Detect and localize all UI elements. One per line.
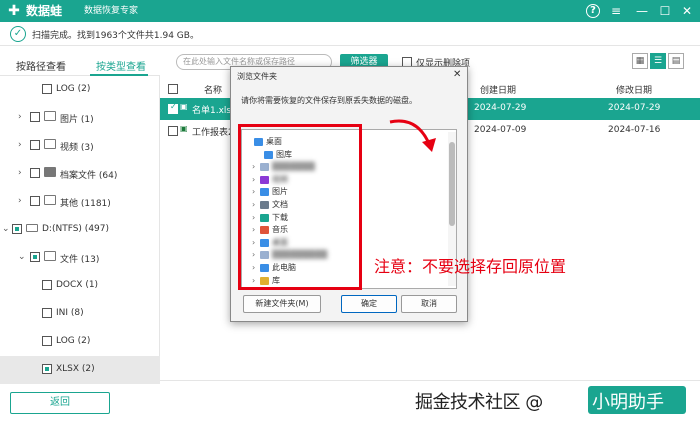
tree-item-other[interactable]: › 其他 (1181) [0,188,160,216]
dialog-title: 浏览文件夹 [237,72,277,81]
app-subtitle: 数据恢复专家 [84,6,139,16]
tree-item-videos[interactable]: › 视频 (3) [0,132,160,160]
column-header-modified[interactable]: 修改日期 [616,83,652,96]
tree-item-log-2[interactable]: LOG (2) [0,328,160,356]
chevron-right-icon[interactable]: › [18,112,22,122]
check-circle-icon: ✓ [10,26,26,42]
close-icon[interactable]: ✕ [678,2,696,20]
watermark-text: 掘金技术社区 @ [415,392,543,413]
column-header-name[interactable]: 名称 [204,83,222,96]
xlsx-file-icon: ▣ [180,102,188,111]
tree-checkbox[interactable] [30,168,40,178]
chevron-right-icon[interactable]: › [18,140,22,150]
tab-by-type[interactable]: 按类型查看 [96,58,146,73]
row-checkbox[interactable]: ✓ [168,102,178,114]
cancel-button[interactable]: 取消 [401,295,457,313]
close-icon[interactable]: ✕ [453,69,461,80]
file-modified-date: 2024-07-29 [608,103,661,113]
list-view-icon[interactable]: ☰ [650,53,666,69]
xlsx-file-icon: ▣ [180,124,188,133]
scrollbar-thumb[interactable] [449,142,455,226]
tree-checkbox[interactable] [42,364,52,374]
tree-item-label: LOG (2) [56,84,91,94]
image-icon [44,111,56,121]
warning-note: 注意：不要选择存回原位置 [374,257,567,276]
tree-item-label: 视频 (3) [60,143,94,153]
file-created-date: 2024-07-29 [474,103,527,113]
file-type-tree: LOG (2) › 图片 (1) › 视频 (3) › 档案文件 (64) › … [0,76,160,384]
column-header-created[interactable]: 创建日期 [480,83,516,96]
folder-icon [44,195,56,205]
back-button[interactable]: 返回 [10,392,110,414]
maximize-icon[interactable]: ☐ [656,2,674,20]
bottom-divider [160,380,700,381]
tree-item-label: 档案文件 (64) [60,171,118,181]
watermark-badge: 小明助手 [592,392,664,413]
title-bar: ✚ 数据蛙 数据恢复专家 ? ≡ — ☐ ✕ [0,0,700,22]
tree-item-drive-d[interactable]: ⌄ D:(NTFS) (497) [0,216,160,244]
tree-checkbox[interactable] [30,112,40,122]
chevron-down-icon[interactable]: ⌄ [18,252,26,262]
tree-item-xlsx[interactable]: XLSX (2) [0,356,160,384]
scan-status-text: 扫描完成。找到1963个文件共1.94 GB。 [32,31,199,41]
tree-item-label: D:(NTFS) (497) [42,224,110,234]
chevron-right-icon[interactable]: › [18,196,22,206]
chevron-right-icon[interactable]: › [18,168,22,178]
tree-item-label: XLSX (2) [56,364,95,374]
drive-icon [26,224,38,232]
tab-by-path[interactable]: 按路径查看 [16,58,66,73]
tree-item-label: LOG (2) [56,336,91,346]
video-icon [44,139,56,149]
curved-arrow-icon [389,119,436,152]
grid-view-icon[interactable]: ▦ [632,53,648,69]
row-checkbox[interactable] [168,126,178,136]
tree-item-label: 文件 (13) [60,255,100,265]
document-icon [44,251,56,261]
detail-view-icon[interactable]: ▤ [668,53,684,69]
tree-item-label: INI (8) [56,308,84,318]
tree-item-docx[interactable]: DOCX (1) [0,272,160,300]
app-logo-icon: ✚ [8,3,20,19]
select-all-checkbox[interactable] [168,84,178,94]
tree-checkbox[interactable] [42,336,52,346]
file-created-date: 2024-07-09 [474,125,527,135]
tree-item-label: 图片 (1) [60,115,94,125]
tree-checkbox[interactable] [30,140,40,150]
ok-button[interactable]: 确定 [341,295,397,313]
tree-checkbox[interactable] [42,308,52,318]
tree-checkbox[interactable] [42,84,52,94]
tree-item-archives[interactable]: › 档案文件 (64) [0,160,160,188]
menu-icon[interactable]: ≡ [607,2,625,20]
help-icon[interactable]: ? [586,4,600,18]
highlight-box [238,124,362,290]
app-name: 数据蛙 [26,4,63,18]
file-modified-date: 2024-07-16 [608,125,661,135]
chevron-down-icon[interactable]: ⌄ [2,224,10,234]
tree-item-log[interactable]: LOG (2) [0,76,160,104]
tree-item-ini[interactable]: INI (8) [0,300,160,328]
tree-item-images[interactable]: › 图片 (1) [0,104,160,132]
view-tabs: 按路径查看 按类型查看 [0,54,160,76]
minimize-icon[interactable]: — [633,2,651,20]
dialog-prompt: 请你将需要恢复的文件保存到原丢失数据的磁盘。 [241,96,417,105]
tree-checkbox[interactable] [42,280,52,290]
scan-status-bar: ✓ 扫描完成。找到1963个文件共1.94 GB。 [0,22,700,46]
tree-item-label: 其他 (1181) [60,199,111,209]
archive-icon [44,167,56,177]
tree-item-label: DOCX (1) [56,280,99,290]
tree-checkbox[interactable] [12,224,22,234]
tree-checkbox[interactable] [30,196,40,206]
new-folder-button[interactable]: 新建文件夹(M) [243,295,321,313]
tree-item-documents[interactable]: ⌄ 文件 (13) [0,244,160,272]
tree-checkbox[interactable] [30,252,40,262]
